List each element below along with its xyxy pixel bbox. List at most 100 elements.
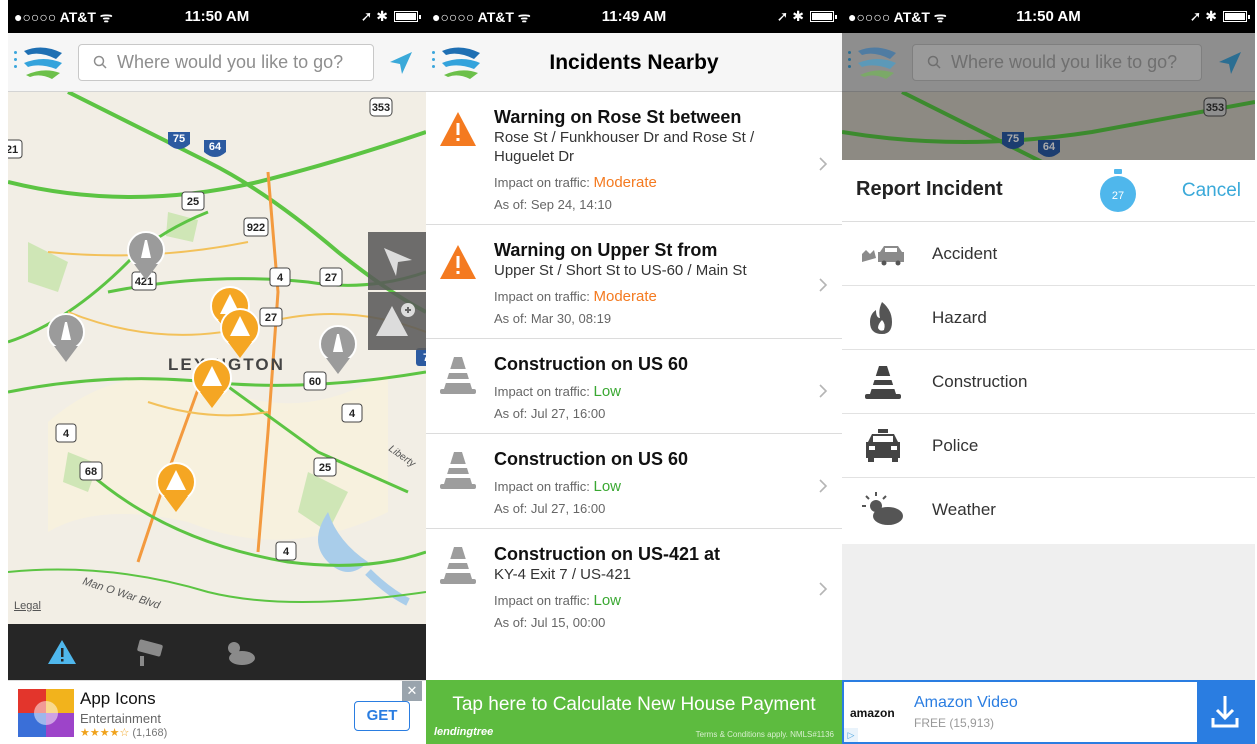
svg-text:21: 21: [8, 144, 18, 156]
map-screen: ●○○○○ AT&T ᯤ 11:50 AM ➚ ✱ Where would yo…: [8, 0, 426, 744]
report-incident-sheet: Report Incident 27 Cancel Accident Hazar…: [842, 160, 1255, 544]
search-icon: [93, 55, 107, 69]
report-option-hazard[interactable]: Hazard: [842, 286, 1255, 350]
impact-line: Impact on traffic: Low: [494, 592, 802, 609]
search-placeholder: Where would you like to go?: [951, 52, 1178, 72]
impact-label: Impact on traffic:: [494, 384, 590, 399]
incident-row[interactable]: Warning on Rose St between Rose St / Fun…: [426, 92, 842, 225]
report-option-accident[interactable]: Accident: [842, 222, 1255, 286]
app-logo-icon: [24, 47, 62, 79]
lending-ad-banner[interactable]: Tap here to Calculate New House Payment …: [426, 680, 842, 744]
page-title: Incidents Nearby: [549, 51, 719, 74]
sheet-title: Report Incident: [856, 178, 1003, 200]
locate-me-button[interactable]: [368, 232, 426, 290]
svg-text:64: 64: [1043, 141, 1056, 153]
svg-text:60: 60: [309, 376, 321, 388]
location-bluetooth-icons: ➚ ✱: [1189, 8, 1217, 24]
impact-value: Low: [593, 592, 622, 609]
countdown-value: 27: [1111, 190, 1125, 202]
svg-text:27: 27: [325, 272, 337, 284]
ad-brand: amazon: [850, 706, 895, 720]
incidents-screen: ●○○○○ AT&T ᯤ 11:49 AM ➚ ✱ Incidents Near…: [426, 0, 842, 744]
impact-line: Impact on traffic: Moderate: [494, 288, 802, 305]
option-label: Weather: [932, 500, 996, 519]
tab-cameras-icon[interactable]: [130, 636, 170, 668]
impact-value: Moderate: [593, 288, 657, 305]
search-icon: [927, 55, 941, 69]
incident-row[interactable]: Construction on US 60 Impact on traffic:…: [426, 339, 842, 434]
incident-row[interactable]: Warning on Upper St from Upper St / Shor…: [426, 225, 842, 339]
map-view[interactable]: 353 75 64 21 25 922 4 27 421 27 60 4 4 6…: [8, 92, 426, 624]
incident-list[interactable]: Warning on Rose St between Rose St / Fun…: [426, 92, 842, 680]
svg-text:353: 353: [1206, 102, 1224, 114]
battery-icon: [1223, 11, 1250, 22]
download-button[interactable]: [1197, 682, 1253, 742]
incident-title: Warning on Rose St between: [494, 107, 742, 127]
tab-weather-icon[interactable]: [218, 636, 258, 668]
incident-timestamp: As of: Mar 30, 08:19: [494, 311, 612, 326]
download-icon: [1211, 696, 1239, 728]
add-warning-icon: [376, 303, 415, 336]
search-input: Where would you like to go?: [912, 44, 1202, 81]
svg-text:353: 353: [372, 102, 390, 114]
option-label: Police: [932, 436, 979, 455]
svg-text:64: 64: [209, 141, 222, 153]
incident-location: Upper St / Short St to US-60 / Main St: [494, 262, 747, 279]
impact-label: Impact on traffic:: [494, 593, 590, 608]
legal-link[interactable]: Legal: [14, 600, 41, 612]
tab-incidents-warning-icon[interactable]: [42, 636, 82, 668]
directions-icon: [1219, 52, 1241, 74]
impact-value: Low: [593, 478, 622, 495]
search-input[interactable]: Where would you like to go?: [78, 44, 374, 81]
impact-value: Moderate: [593, 174, 657, 191]
impact-label: Impact on traffic:: [494, 289, 590, 304]
impact-line: Impact on traffic: Low: [494, 383, 802, 400]
map-roads: 353 75 64: [842, 92, 1255, 160]
impact-label: Impact on traffic:: [494, 479, 590, 494]
ad-rating-count: (1,168): [132, 727, 168, 739]
adchoices-icon[interactable]: ▷: [844, 728, 858, 742]
svg-text:75: 75: [1007, 133, 1019, 145]
svg-text:4: 4: [283, 546, 290, 558]
incident-row[interactable]: Construction on US 60 Impact on traffic:…: [426, 434, 842, 529]
construction-cone-icon: [440, 547, 476, 584]
close-ad-icon[interactable]: ✕: [402, 681, 422, 701]
incident-title: Construction on US-421 at: [494, 544, 721, 564]
star-rating-icons: ★★★★☆: [80, 727, 130, 739]
report-option-police[interactable]: Police: [842, 414, 1255, 478]
incident-timestamp: As of: Jul 15, 00:00: [494, 615, 606, 630]
svg-text:421: 421: [135, 276, 153, 288]
app-ad-banner[interactable]: App Icons Entertainment ★★★★☆ (1,168) GE…: [8, 680, 426, 744]
menu-icon[interactable]: [14, 51, 18, 72]
weather-cloud-sun-icon: [862, 492, 903, 525]
menu-icon: [848, 51, 852, 72]
svg-text:922: 922: [247, 222, 265, 234]
incident-timestamp: As of: Sep 24, 14:10: [494, 197, 612, 212]
option-label: Hazard: [932, 308, 987, 327]
incident-timestamp: As of: Jul 27, 16:00: [494, 406, 606, 421]
ad-app-rating: ★★★★☆ (1,168): [80, 726, 167, 739]
ad-headline: Tap here to Calculate New House Payment: [452, 694, 816, 715]
warning-icon: [440, 245, 476, 279]
report-incident-button[interactable]: [368, 292, 426, 350]
status-icons: ➚ ✱: [776, 8, 837, 25]
get-app-button[interactable]: GET: [354, 701, 410, 731]
top-bar: Where would you like to go?: [8, 33, 426, 92]
status-icons: ➚ ✱: [1189, 8, 1250, 25]
chevron-right-icon: [819, 278, 828, 292]
report-option-construction[interactable]: Construction: [842, 350, 1255, 414]
incident-row[interactable]: Construction on US-421 at KY-4 Exit 7 / …: [426, 529, 842, 642]
directions-icon[interactable]: [388, 50, 414, 76]
cancel-button[interactable]: Cancel: [1182, 180, 1241, 202]
top-bar-dimmed: Where would you like to go?: [842, 33, 1255, 92]
dimmed-backdrop[interactable]: [842, 544, 1255, 680]
incident-title: Construction on US 60: [494, 449, 689, 469]
status-icons: ➚ ✱: [361, 8, 421, 25]
amazon-ad-banner[interactable]: amazon Amazon Video FREE (15,913) ▷: [842, 680, 1255, 744]
ad-rating-count: (15,913): [949, 716, 995, 730]
location-bluetooth-icons: ➚ ✱: [776, 8, 804, 24]
report-option-weather[interactable]: Weather: [842, 478, 1255, 542]
impact-line: Impact on traffic: Moderate: [494, 174, 802, 191]
ad-price: FREE (15,913): [914, 716, 994, 730]
battery-icon: [394, 11, 421, 22]
